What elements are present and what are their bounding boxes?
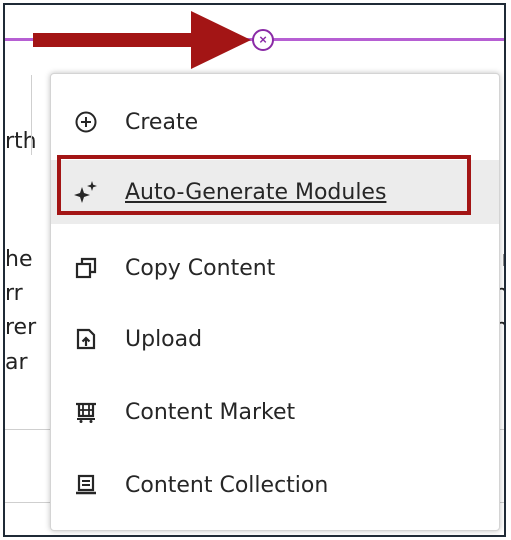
add-content-menu: Create Auto-Generate Modules Copy Conten…: [50, 73, 500, 531]
cart-icon: [73, 399, 99, 425]
menu-item-label: Copy Content: [125, 255, 276, 281]
copy-icon: [73, 255, 99, 281]
close-insert-button[interactable]: ×: [252, 29, 274, 51]
page-frame: rth he rr rer ar ar in in × Create: [3, 3, 506, 537]
divider: [5, 429, 51, 430]
menu-item-label: Content Collection: [125, 472, 329, 498]
background-text: rer: [5, 315, 37, 340]
background-text: rr: [5, 281, 23, 306]
annotation-arrow-icon: [33, 11, 251, 69]
plus-circle-icon: [73, 109, 99, 135]
background-text: he: [5, 247, 33, 272]
background-text: ar: [5, 350, 28, 375]
menu-item-content-collection[interactable]: Content Collection: [51, 453, 499, 517]
menu-item-label: Content Market: [125, 399, 296, 425]
collection-icon: [73, 472, 99, 498]
menu-item-auto-generate-modules[interactable]: Auto-Generate Modules: [51, 160, 499, 224]
upload-icon: [73, 326, 99, 352]
sparkle-icon: [73, 179, 99, 205]
divider: [5, 502, 51, 503]
menu-item-copy-content[interactable]: Copy Content: [51, 236, 499, 300]
divider: [31, 75, 32, 155]
menu-item-content-market[interactable]: Content Market: [51, 380, 499, 444]
menu-item-label: Auto-Generate Modules: [125, 179, 387, 205]
menu-item-upload[interactable]: Upload: [51, 307, 499, 371]
menu-item-label: Create: [125, 109, 199, 135]
close-icon: ×: [259, 32, 267, 47]
menu-item-label: Upload: [125, 326, 203, 352]
menu-item-create[interactable]: Create: [51, 90, 499, 154]
